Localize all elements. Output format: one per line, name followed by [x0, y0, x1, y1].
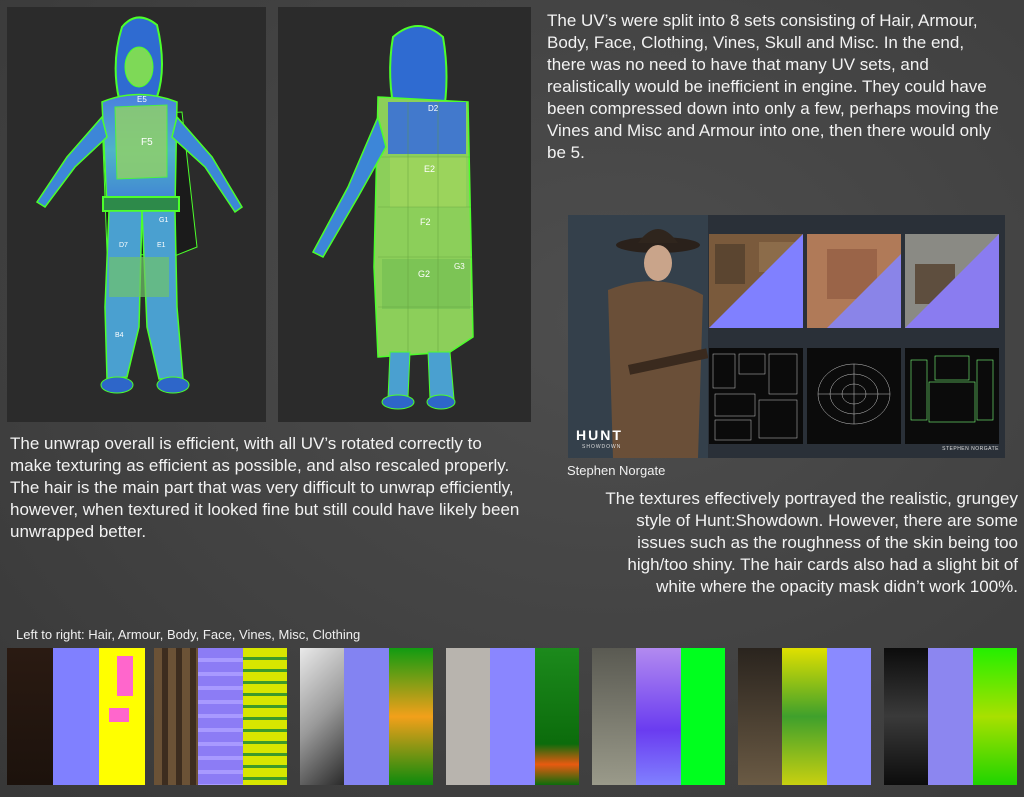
uv-layout-tile-2	[807, 348, 901, 444]
uv-label: E2	[424, 164, 435, 174]
uv-sets-paragraph: The UV’s were split into 8 sets consisti…	[547, 11, 999, 162]
uv-label: G3	[454, 262, 465, 271]
uv-label: G2	[418, 269, 430, 279]
reference-character	[568, 215, 708, 458]
texture-strip-misc	[738, 648, 871, 785]
uv-render-back: D2 E2 F2 G2 G3	[278, 7, 531, 422]
hunt-logo-sub: SHOWDOWN	[582, 444, 622, 450]
uv-label: E5	[137, 95, 147, 104]
reference-signature: STEPHEN NORGATE	[942, 446, 999, 452]
texture-strip-vines	[592, 648, 725, 785]
hunt-logo: HUNT	[576, 427, 623, 443]
texture-tile-diffuse-3	[905, 234, 999, 328]
uv-label: F5	[141, 137, 153, 148]
texture-tile-diffuse-2	[807, 234, 901, 328]
uv-back-figure: D2 E2 F2 G2 G3	[311, 25, 474, 410]
uv-label: F2	[420, 217, 431, 227]
unwrap-paragraph: The unwrap overall is efficient, with al…	[10, 434, 520, 541]
textures-paragraph: The textures effectively portrayed the r…	[605, 489, 1018, 596]
uv-label: D2	[428, 104, 439, 113]
uv-label: D7	[119, 242, 128, 249]
uv-render-front: E5 F5 G1 D7 E1 B4	[7, 7, 266, 422]
texture-tile-diffuse-1	[709, 234, 803, 328]
reference-texture-sheet: HUNT SHOWDOWN STEPHEN NORGATE	[568, 215, 1005, 458]
uv-label: B4	[115, 332, 124, 339]
uv-layout-tile-3	[905, 348, 999, 444]
texture-strips-caption: Left to right: Hair, Armour, Body, Face,…	[16, 627, 361, 642]
texture-strip-face	[446, 648, 579, 785]
reference-credit-caption: Stephen Norgate	[567, 463, 666, 478]
uv-front-figure: E5 F5 G1 D7 E1 B4	[35, 16, 243, 394]
uv-label: G1	[159, 217, 168, 224]
uv-layout-tile-1	[709, 348, 803, 444]
texture-strip-clothing	[884, 648, 1017, 785]
texture-strip-armour	[154, 648, 287, 785]
uv-label: E1	[157, 242, 166, 249]
texture-strip-body	[300, 648, 433, 785]
texture-strip-hair	[7, 648, 145, 785]
